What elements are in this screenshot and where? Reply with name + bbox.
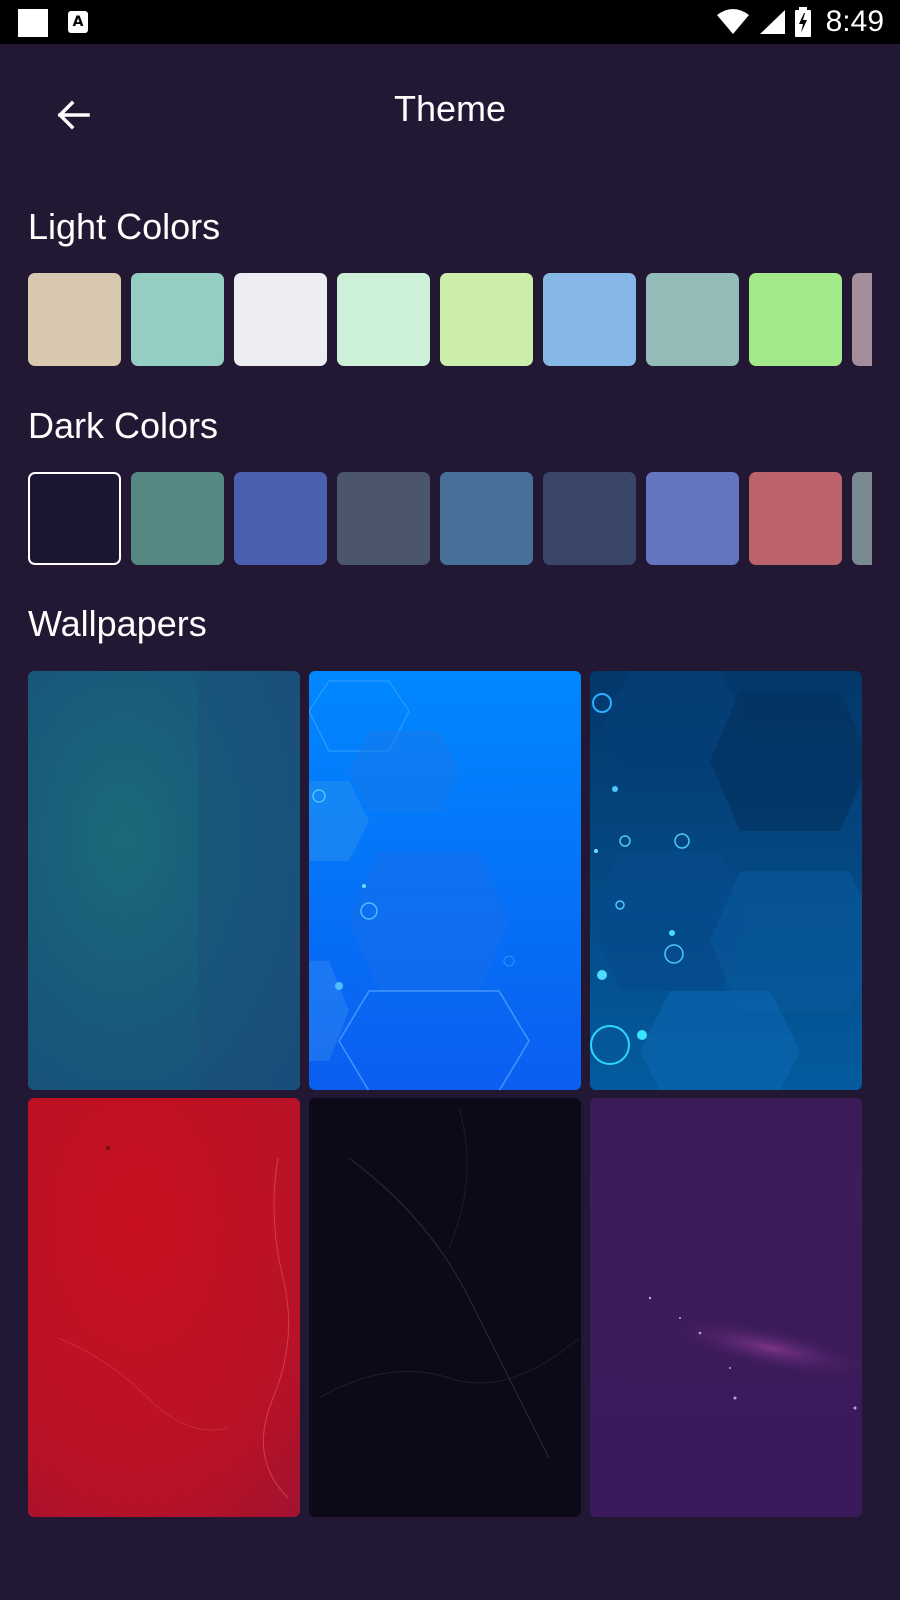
dark-color-swatch[interactable] (337, 472, 430, 565)
light-color-swatch[interactable] (234, 273, 327, 366)
a-badge-icon: A (68, 11, 88, 33)
light-color-swatch[interactable] (28, 273, 121, 366)
light-color-swatch[interactable] (749, 273, 842, 366)
light-color-swatch[interactable] (646, 273, 739, 366)
battery-charging-icon (794, 7, 811, 37)
status-bar-right: 8:49 (716, 0, 884, 44)
light-color-swatch[interactable] (852, 273, 872, 366)
teal-gradient-image (28, 671, 300, 1090)
dark-color-swatch[interactable] (646, 472, 739, 565)
light-color-swatch[interactable] (543, 273, 636, 366)
cell-signal-icon (759, 10, 785, 34)
wifi-icon (716, 9, 749, 34)
dark-color-swatch[interactable] (852, 472, 872, 565)
light-color-swatch[interactable] (440, 273, 533, 366)
light-color-swatch[interactable] (131, 273, 224, 366)
dark-color-swatch[interactable] (440, 472, 533, 565)
dark-color-swatch[interactable] (749, 472, 842, 565)
wallpaper-teal-gradient[interactable] (28, 671, 300, 1090)
dark-colors-title: Dark Colors (28, 405, 219, 446)
light-colors-title: Light Colors (28, 206, 221, 247)
dark-color-swatch[interactable] (131, 472, 224, 565)
notification-square-icon (18, 9, 48, 37)
purple-nebula-image (590, 1098, 862, 1517)
dark-colors-row[interactable] (28, 472, 872, 566)
dark-blue-hexagon-bokeh-image (590, 671, 862, 1090)
wallpapers-title: Wallpapers (28, 603, 207, 644)
blue-hexagon-image (309, 671, 581, 1090)
page-title: Theme (393, 88, 507, 129)
black-texture-image (309, 1098, 581, 1517)
dark-color-swatch[interactable] (543, 472, 636, 565)
wallpaper-grid (28, 671, 863, 1517)
red-texture-image (28, 1098, 300, 1517)
wallpaper-black-texture[interactable] (309, 1098, 581, 1517)
light-color-swatch[interactable] (337, 273, 430, 366)
status-bar: A 8:49 (0, 0, 900, 44)
wallpaper-dark-blue-hexagon-bokeh[interactable] (590, 671, 862, 1090)
wallpaper-purple-nebula[interactable] (590, 1098, 862, 1517)
status-time: 8:49 (825, 5, 884, 38)
wallpaper-blue-hexagon[interactable] (309, 671, 581, 1090)
dark-color-swatch[interactable] (234, 472, 327, 565)
wallpaper-red-texture[interactable] (28, 1098, 300, 1517)
light-colors-row[interactable] (28, 273, 872, 367)
app-bar: Theme (0, 44, 900, 184)
dark-color-swatch[interactable] (28, 472, 121, 565)
